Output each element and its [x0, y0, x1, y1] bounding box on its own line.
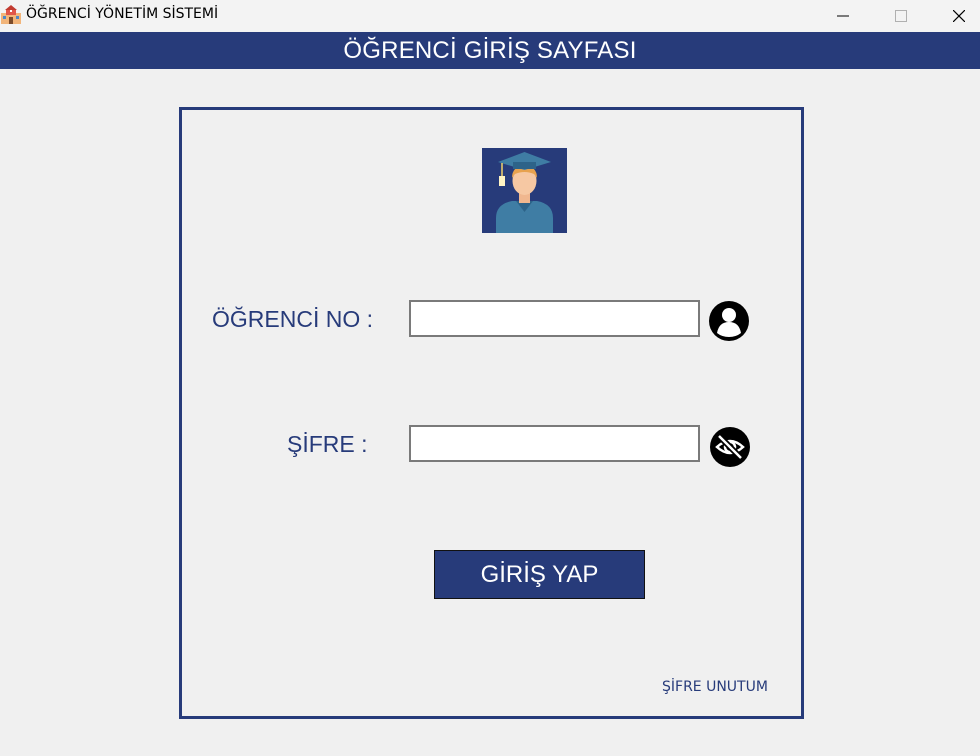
student-no-label: ÖĞRENCİ NO :	[212, 306, 374, 332]
close-button[interactable]	[936, 0, 980, 32]
maximize-icon	[895, 10, 907, 22]
maximize-button[interactable]	[878, 0, 924, 32]
password-field[interactable]	[409, 425, 700, 462]
login-panel: ÖĞRENCİ NO : ŞİFRE : GİRİŞ YAP ŞİFRE UNU…	[179, 107, 804, 719]
minimize-icon	[837, 15, 849, 17]
page-title: ÖĞRENCİ GİRİŞ SAYFASI	[343, 37, 637, 64]
login-button[interactable]: GİRİŞ YAP	[434, 550, 645, 599]
minimize-button[interactable]	[820, 0, 866, 32]
school-building-icon	[0, 5, 22, 25]
graduate-student-icon	[482, 148, 567, 233]
page-header: ÖĞRENCİ GİRİŞ SAYFASI	[0, 32, 980, 69]
forgot-password-link[interactable]: ŞİFRE UNUTUM	[662, 679, 768, 695]
window-title: ÖĞRENCİ YÖNETİM SİSTEMİ	[26, 6, 219, 22]
user-circle-icon	[709, 301, 749, 341]
window-titlebar: ÖĞRENCİ YÖNETİM SİSTEMİ	[0, 0, 980, 32]
close-icon	[953, 10, 965, 22]
password-label: ŞİFRE :	[287, 431, 368, 457]
student-no-field[interactable]	[409, 300, 700, 337]
eye-slash-icon[interactable]	[710, 427, 750, 467]
